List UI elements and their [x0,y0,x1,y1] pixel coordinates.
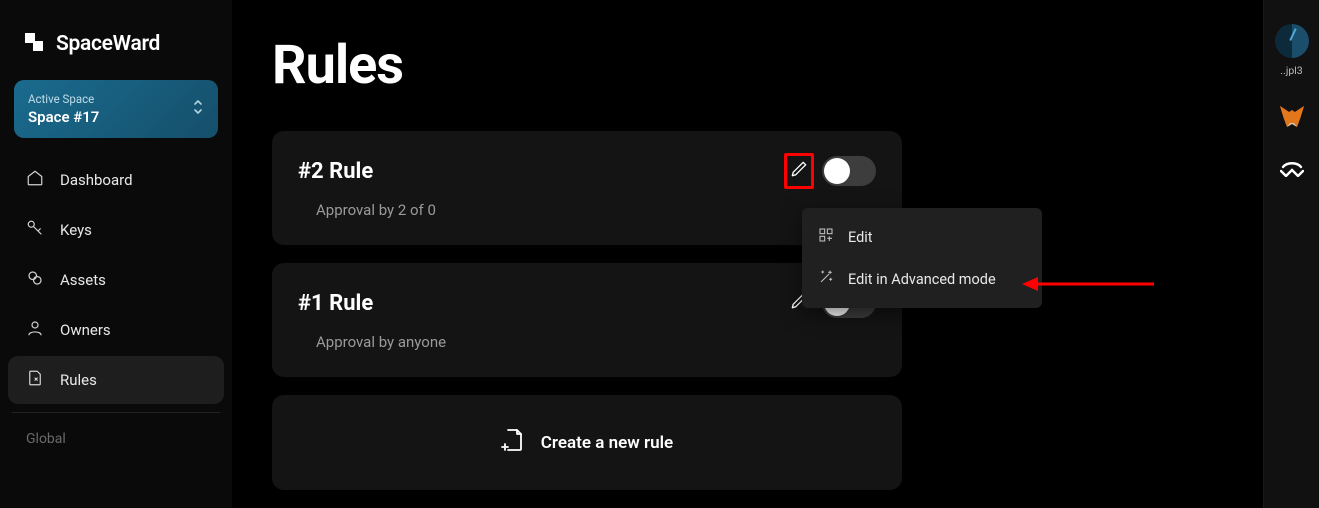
home-icon [26,169,44,191]
right-rail: ..jpl3 [1263,0,1319,508]
brand-title: SpaceWard [56,32,160,56]
rule-toggle[interactable] [822,156,876,186]
sidebar-item-label: Owners [60,321,111,339]
avatar-icon [1275,24,1309,58]
layout-icon [818,227,834,247]
edit-dropdown: Edit Edit in Advanced mode [802,208,1042,308]
document-icon [26,369,44,391]
space-selector-label: Active Space [28,92,99,106]
walletconnect-icon [1280,161,1304,181]
brand: SpaceWard [8,12,224,80]
rule-title: #1 Rule [298,291,373,316]
pencil-icon [789,159,809,183]
sidebar-item-dashboard[interactable]: Dashboard [8,156,224,204]
fox-icon [1279,114,1305,133]
dropdown-item-label: Edit in Advanced mode [848,271,996,288]
user-icon [26,319,44,341]
sidebar-item-rules[interactable]: Rules [8,356,224,404]
sidebar-item-label: Keys [60,221,92,239]
rail-user[interactable]: ..jpl3 [1275,24,1309,77]
key-icon [26,219,44,241]
chevron-up-down-icon [192,98,204,120]
brand-logo-icon [22,30,46,58]
sidebar-item-keys[interactable]: Keys [8,206,224,254]
rules-list: #2 Rule Approval by 2 of 0 [272,131,902,490]
rule-subtitle: Approval by 2 of 0 [298,201,876,219]
create-rule-button[interactable]: Create a new rule [272,395,902,490]
annotation-arrow-icon [1022,274,1157,298]
page-title: Rules [272,34,1223,97]
wallet-metamask-button[interactable] [1279,105,1305,133]
sidebar-item-label: Dashboard [60,171,133,189]
wallet-connect-button[interactable] [1280,161,1304,181]
sidebar-item-owners[interactable]: Owners [8,306,224,354]
coins-icon [26,269,44,291]
rule-subtitle: Approval by anyone [298,333,876,351]
space-selector-name: Space #17 [28,108,99,126]
edit-rule-button[interactable] [784,153,814,189]
sidebar-nav: Dashboard Keys Assets [8,156,224,404]
main: Rules #2 Rule [232,0,1263,508]
wand-icon [818,269,834,289]
create-rule-label: Create a new rule [541,433,673,453]
divider [12,412,220,413]
rule-title: #2 Rule [298,159,373,184]
rail-user-label: ..jpl3 [1280,64,1302,77]
sidebar: SpaceWard Active Space Space #17 Dashboa… [0,0,232,508]
space-selector[interactable]: Active Space Space #17 [14,80,218,138]
sidebar-item-assets[interactable]: Assets [8,256,224,304]
dropdown-item-label: Edit [848,229,873,246]
sidebar-item-label: Assets [60,271,106,289]
sidebar-item-label: Rules [60,371,97,389]
dropdown-item-edit-advanced[interactable]: Edit in Advanced mode [802,258,1042,300]
sidebar-section-global: Global [8,427,224,451]
dropdown-item-edit[interactable]: Edit [802,216,1042,258]
toggle-knob [824,158,850,184]
file-plus-icon [501,427,525,458]
